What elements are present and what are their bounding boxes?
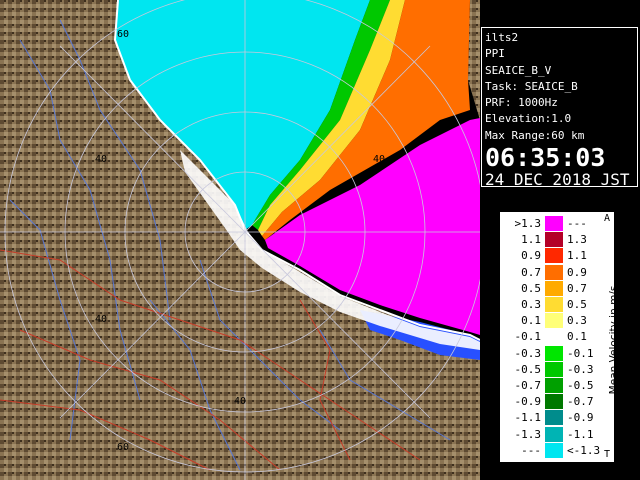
ring-label: 60 xyxy=(117,442,129,453)
legend-low: >1.3 xyxy=(514,217,542,230)
legend-low: 0.3 xyxy=(521,298,541,311)
legend-high: 0.1 xyxy=(567,330,587,344)
legend-low: --- xyxy=(521,443,541,457)
ring-label: 40 xyxy=(373,154,385,165)
legend-swatch xyxy=(545,264,563,280)
legend-title: Mean Velocity in m/s xyxy=(608,285,620,395)
legend-high: -1.1 xyxy=(567,427,594,441)
legend-high: --- xyxy=(567,217,587,230)
radar-display: 60 40 40 40 40 60 ilts2 PPI SEAICE_B_V T… xyxy=(0,0,640,480)
legend-swatch xyxy=(545,442,563,458)
legend-swatch xyxy=(545,345,563,361)
legend-row: 0.1 0.3 xyxy=(503,313,599,329)
legend-high: 0.5 xyxy=(567,298,587,311)
legend-low: 0.7 xyxy=(521,265,541,279)
legend-row: 0.5 0.7 xyxy=(503,280,599,297)
legend-swatch xyxy=(545,426,563,442)
legend-high: 0.9 xyxy=(567,265,587,279)
legend-swatch xyxy=(545,313,563,329)
legend-row: --- <-1.3 xyxy=(503,442,600,459)
legend-high: 1.1 xyxy=(567,249,587,263)
elevation-value: Elevation:1.0 xyxy=(485,112,572,126)
legend-swatch xyxy=(545,410,563,426)
legend-low: -0.1 xyxy=(514,330,542,344)
legend-high: 1.3 xyxy=(567,233,587,247)
legend-swatch xyxy=(545,297,563,312)
max-range-value: Max Range:60 km xyxy=(485,128,585,142)
legend-row: -0.9 -0.7 xyxy=(503,394,599,410)
legend-low: -0.3 xyxy=(514,346,542,360)
legend-swatch xyxy=(545,329,563,345)
velocity-legend: A T Mean Velocity in m/s >1.3 --- 1.1 1.3 0.… xyxy=(499,211,620,463)
legend-low: 0.9 xyxy=(521,249,541,263)
legend-row: 0.7 0.9 xyxy=(503,264,599,281)
legend-row: -0.3 -0.1 xyxy=(503,345,599,362)
legend-row: >1.3 --- xyxy=(503,216,599,232)
legend-swatch xyxy=(545,216,563,231)
task-name: SEAICE_B_V xyxy=(485,63,552,77)
task-label: Task: SEAICE_B xyxy=(485,79,578,93)
scan-date: 24 DEC 2018 JST xyxy=(485,170,630,190)
legend-low: -1.3 xyxy=(514,427,542,441)
legend-row: 1.1 1.3 xyxy=(503,232,599,248)
legend-swatch xyxy=(545,232,563,248)
legend-high: -0.9 xyxy=(567,411,594,425)
legend-low: -0.7 xyxy=(514,379,542,392)
legend-row: -0.5 -0.3 xyxy=(503,361,599,378)
legend-row: 0.9 1.1 xyxy=(503,248,599,264)
legend-row: -0.1 0.1 xyxy=(503,329,599,345)
legend-high: 0.7 xyxy=(567,281,587,295)
legend-low: 0.1 xyxy=(521,314,541,328)
legend-low: 0.5 xyxy=(521,281,541,295)
site-name: ilts2 xyxy=(485,31,519,44)
legend-low: -1.1 xyxy=(514,411,542,425)
legend-row: -1.3 -1.1 xyxy=(503,426,599,443)
legend-swatch xyxy=(545,394,563,410)
scan-time: 06:35:03 xyxy=(485,143,606,173)
ring-label: 40 xyxy=(234,396,246,407)
legend-high: -0.1 xyxy=(567,346,594,360)
ring-label: 60 xyxy=(117,29,129,40)
legend-high: 0.3 xyxy=(567,314,587,328)
prf-value: PRF: 1000Hz xyxy=(485,96,558,110)
land-area-ne xyxy=(468,0,480,120)
legend-row: -1.1 -0.9 xyxy=(503,410,599,426)
scan-info-panel: ilts2 PPI SEAICE_B_V Task: SEAICE_B PRF:… xyxy=(481,27,638,190)
legend-high: <-1.3 xyxy=(567,443,601,457)
product-type: PPI xyxy=(485,47,505,61)
legend-swatch xyxy=(545,378,563,393)
legend-low: 1.1 xyxy=(521,233,541,247)
legend-swatch xyxy=(545,248,563,264)
ring-label: 40 xyxy=(95,314,107,325)
ring-label: 40 xyxy=(95,154,107,165)
legend-high: -0.7 xyxy=(567,395,594,409)
legend-row: -0.7 -0.5 xyxy=(503,378,599,394)
legend-low: -0.9 xyxy=(514,395,542,409)
legend-high: -0.3 xyxy=(567,362,594,376)
legend-swatch xyxy=(545,361,563,377)
legend-high: -0.5 xyxy=(567,379,594,392)
legend-row: 0.3 0.5 xyxy=(503,297,599,313)
legend-swatch xyxy=(545,280,563,296)
legend-low: -0.5 xyxy=(514,362,542,376)
